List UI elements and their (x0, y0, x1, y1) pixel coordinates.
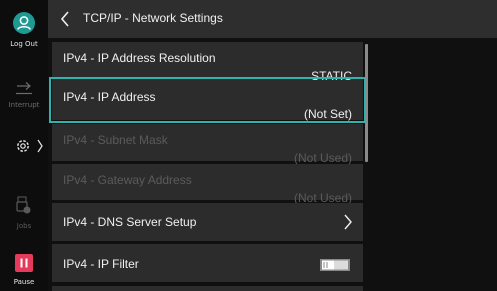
setting-label: IPv4 - IP Address Resolution (63, 51, 216, 65)
pause-button[interactable]: Pause (0, 254, 48, 286)
interrupt-button[interactable]: Interrupt (0, 80, 48, 109)
setting-row-ip-address-resolution[interactable]: IPv4 - IP Address Resolution STATIC (52, 42, 363, 83)
setting-row-ip-address[interactable]: IPv4 - IP Address (Not Set) (49, 77, 366, 123)
setting-row-subnet-mask: IPv4 - Subnet Mask (Not Used) (52, 124, 363, 165)
setting-label: IPv4 - IP Address (63, 90, 156, 104)
jobs-label: Jobs (16, 222, 32, 230)
setting-row-gateway-address: IPv4 - Gateway Address (Not Used) (52, 164, 363, 205)
jobs-button[interactable]: Jobs (0, 196, 48, 230)
setting-label: IPv4 - Gateway Address (63, 173, 192, 187)
chevron-right-icon (343, 213, 353, 236)
header-bar: TCP/IP - Network Settings (48, 0, 497, 38)
ip-filter-toggle[interactable] (320, 258, 350, 271)
logout-button[interactable]: Log Out (0, 12, 48, 48)
setting-value: (Not Used) (293, 151, 352, 165)
setting-value: (Not Set) (303, 107, 352, 121)
setting-label: IPv4 - IP Filter (63, 257, 139, 271)
setting-label: IPv4 - DNS Server Setup (63, 215, 197, 229)
logout-label: Log Out (10, 40, 38, 48)
setting-row-dns-server-setup[interactable]: IPv4 - DNS Server Setup (52, 203, 363, 241)
setting-label: IPv4 - Subnet Mask (63, 133, 168, 147)
interrupt-label: Interrupt (8, 101, 40, 109)
pause-icon (15, 254, 33, 272)
user-avatar-icon (13, 12, 35, 34)
setting-row-partial (52, 286, 363, 291)
back-button[interactable] (56, 6, 74, 32)
device-settings-button[interactable] (0, 134, 48, 160)
page-title: TCP/IP - Network Settings (83, 11, 223, 25)
setting-row-ip-filter[interactable]: IPv4 - IP Filter (52, 244, 363, 282)
left-rail: Log Out Interrupt Jobs Pause (0, 0, 48, 291)
settings-list: IPv4 - IP Address Resolution STATIC IPv4… (48, 38, 369, 291)
jobs-icon (16, 196, 32, 220)
list-scrollbar[interactable] (365, 44, 368, 162)
chevron-left-icon (56, 11, 74, 36)
right-pane (372, 38, 497, 291)
interrupt-icon (15, 80, 33, 99)
pause-label: Pause (13, 278, 35, 286)
